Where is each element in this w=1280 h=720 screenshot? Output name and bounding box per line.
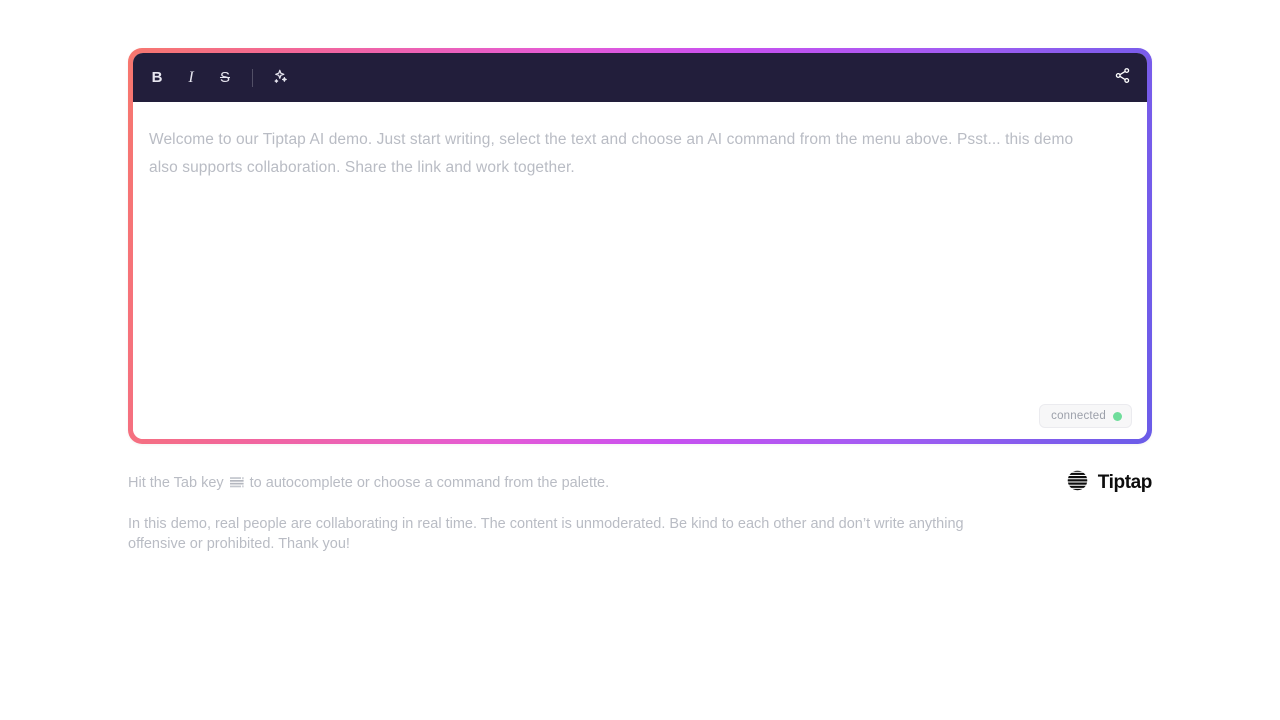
document-paragraph[interactable]: Welcome to our Tiptap AI demo. Just star… [149, 126, 1099, 182]
bold-button[interactable]: B [141, 62, 173, 94]
sparkles-ai-icon [272, 68, 289, 88]
toolbar-divider [252, 68, 253, 87]
editor-shell: B I S Welcome to our Tiptap AI demo. Jus… [128, 48, 1152, 444]
tiptap-brand[interactable]: Tiptap [1066, 469, 1152, 497]
italic-button[interactable]: I [175, 62, 207, 94]
hint-row: Hit the Tab key to autocomplete or choos… [128, 469, 1152, 497]
tab-key-icon [229, 475, 245, 491]
ai-button[interactable] [264, 62, 296, 94]
share-icon [1114, 67, 1131, 89]
editor-inner: B I S Welcome to our Tiptap AI demo. Jus… [133, 53, 1147, 439]
connection-status-badge: connected [1039, 404, 1132, 428]
editor-content-area[interactable]: Welcome to our Tiptap AI demo. Just star… [133, 102, 1147, 439]
demo-disclaimer: In this demo, real people are collaborat… [128, 516, 964, 552]
tiptap-logo-icon [1066, 469, 1089, 497]
connection-status-label: connected [1051, 410, 1106, 422]
toolbar-left-group: B I S [141, 62, 296, 94]
hint-text-before: Hit the Tab key [128, 475, 224, 491]
share-button[interactable] [1106, 62, 1138, 94]
connection-status-dot [1113, 411, 1122, 421]
tiptap-wordmark: Tiptap [1097, 472, 1153, 493]
autocomplete-hint: Hit the Tab key to autocomplete or choos… [128, 472, 609, 494]
hint-text-after: to autocomplete or choose a command from… [249, 475, 610, 491]
app-root: B I S Welcome to our Tiptap AI demo. Jus… [0, 0, 1280, 720]
editor-toolbar: B I S [133, 53, 1147, 102]
strikethrough-button[interactable]: S [209, 62, 241, 94]
